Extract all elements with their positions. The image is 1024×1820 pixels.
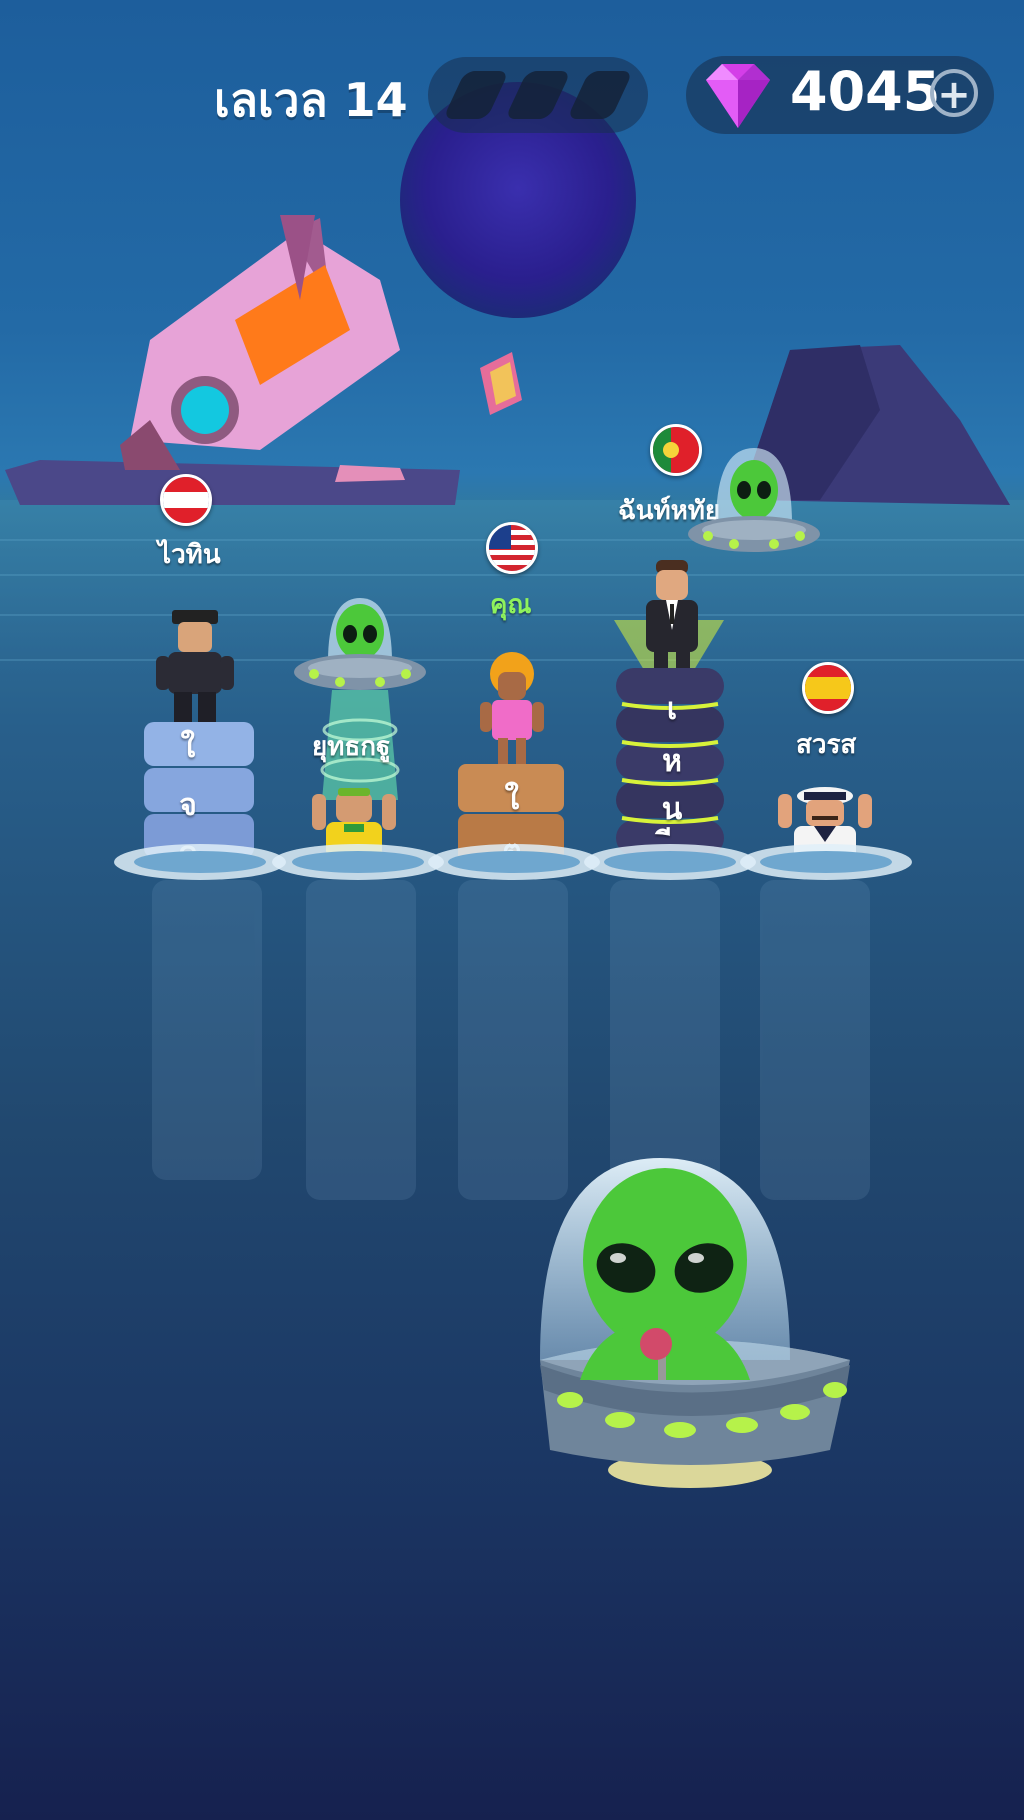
crashed-rocket <box>120 215 400 470</box>
player-name: ยุทธกฐู <box>312 732 391 762</box>
progress-segment <box>504 71 572 119</box>
stack-letter: ใ <box>504 782 520 817</box>
crash-island <box>5 460 460 505</box>
gem-icon <box>706 64 770 128</box>
progress-segment <box>442 71 510 119</box>
gem-count: 4045 <box>790 60 941 123</box>
water-splash <box>584 844 756 880</box>
water-splash <box>272 844 444 880</box>
add-gems-button[interactable]: + <box>930 69 978 117</box>
water-splash <box>114 844 286 880</box>
stack-letter: จ <box>179 788 197 823</box>
flag-spain-icon <box>802 662 854 714</box>
water-splash <box>740 844 912 880</box>
level-progress-bar <box>428 57 648 133</box>
stack-letter: เ <box>666 692 678 727</box>
progress-segment <box>566 71 634 119</box>
level-label: เลเวล 14 <box>214 73 408 127</box>
water-splash <box>428 844 600 880</box>
background-scenery <box>0 82 1024 1200</box>
player-character <box>480 652 544 766</box>
you-label: คุณ <box>490 590 532 620</box>
flag-usa-icon <box>486 522 538 574</box>
agent-character <box>646 560 698 670</box>
stack-letter: ใ <box>180 730 196 765</box>
police-character <box>156 610 234 722</box>
player-name: สวรส <box>796 730 857 760</box>
player-name: ไวทิน <box>158 540 221 570</box>
ufo-small <box>688 448 820 552</box>
flag-austria-icon <box>160 474 212 526</box>
stack-letter: ห <box>662 744 682 779</box>
game-scene: เลเวล 14 4045 + ไวทิน ใ จ ค <box>0 0 1024 1820</box>
player-ufo[interactable] <box>490 1150 890 1500</box>
